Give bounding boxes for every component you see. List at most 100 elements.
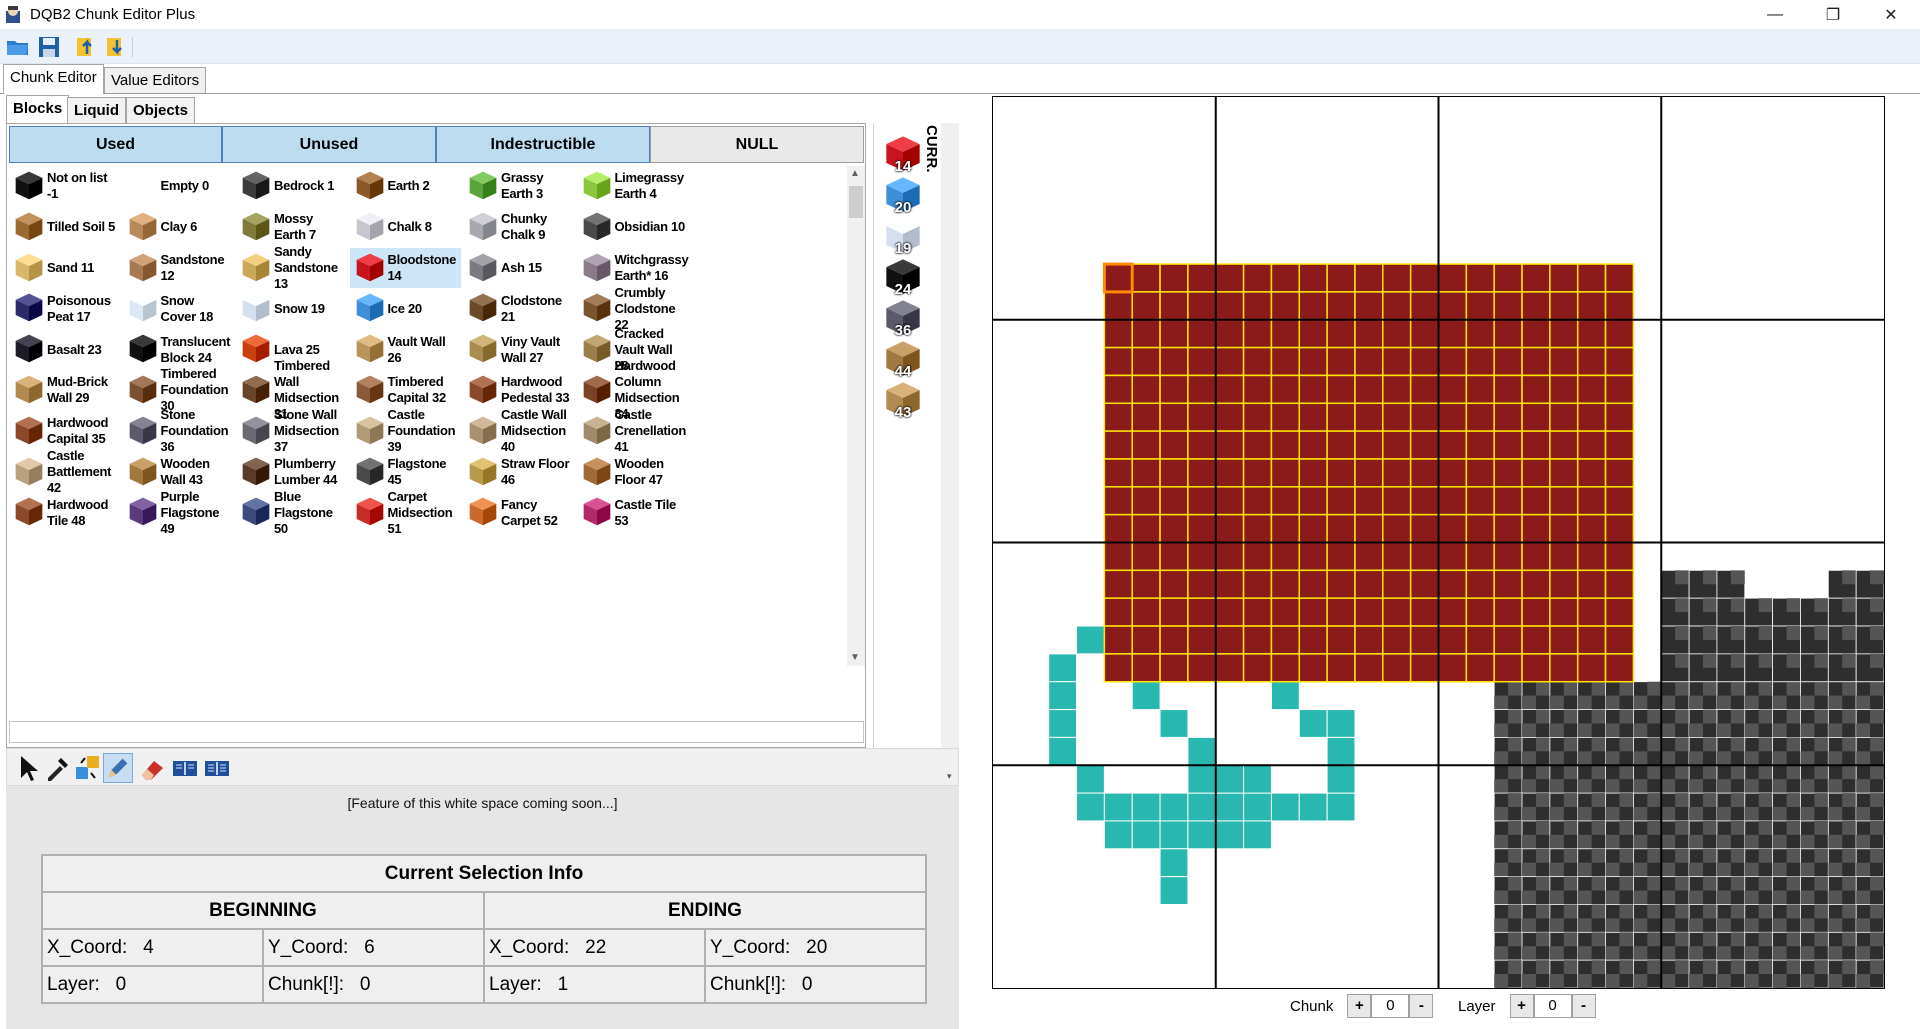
scroll-up-icon[interactable]: ▲ <box>850 168 860 179</box>
chunk-value-input[interactable]: 0 <box>1371 994 1410 1018</box>
filter-null-button[interactable]: NULL <box>650 126 864 163</box>
block-item[interactable]: Blue Flagstone 50 <box>236 489 348 536</box>
block-cube-icon <box>240 455 272 487</box>
block-item[interactable]: Grassy Earth 3 <box>463 166 575 207</box>
import-icon[interactable] <box>73 34 99 60</box>
block-item[interactable]: Crumbly Clodstone 22 <box>577 285 689 332</box>
minimize-button[interactable]: — <box>1746 0 1804 29</box>
block-item[interactable]: Wooden Wall 43 <box>123 452 235 493</box>
chunk-minus-button[interactable]: - <box>1409 994 1434 1018</box>
block-item[interactable]: Bedrock 1 <box>236 166 348 207</box>
book-open-icon[interactable] <box>202 753 232 783</box>
block-item[interactable]: Wooden Floor 47 <box>577 452 689 493</box>
filter-used-button[interactable]: Used <box>9 126 222 163</box>
block-item[interactable]: Timbered Foundation 30 <box>123 366 235 413</box>
block-item[interactable]: Clay 6 <box>123 207 235 248</box>
block-list-scrollbar[interactable]: ▲ ▼ <box>847 166 865 666</box>
block-item[interactable]: Castle Battlement 42 <box>9 448 121 495</box>
layer-value-input[interactable]: 0 <box>1533 994 1572 1018</box>
subtab-objects[interactable]: Objects <box>126 97 196 123</box>
block-item[interactable]: Clodstone 21 <box>463 288 575 329</box>
eyedropper-icon[interactable] <box>43 753 73 783</box>
scroll-down-icon[interactable]: ▼ <box>850 652 860 663</box>
block-item[interactable]: Witchgrassy Earth* 16 <box>577 248 689 289</box>
block-item[interactable]: Straw Floor 46 <box>463 452 575 493</box>
block-item[interactable]: Obsidian 10 <box>577 207 689 248</box>
current-blocks-scrollbar[interactable] <box>941 123 959 748</box>
block-item[interactable]: Hardwood Tile 48 <box>9 492 121 533</box>
layer-plus-button[interactable]: + <box>1509 994 1534 1018</box>
block-item[interactable]: Earth 2 <box>350 166 462 207</box>
block-item[interactable]: Castle Wall Midsection 40 <box>463 407 575 454</box>
block-item[interactable]: Poisonous Peat 17 <box>9 288 121 329</box>
swap-icon[interactable] <box>73 753 103 783</box>
block-item[interactable]: Not on list -1 <box>9 166 121 207</box>
block-item[interactable]: Translucent Block 24 <box>123 329 235 370</box>
block-item[interactable]: Castle Crenellation 41 <box>577 407 689 454</box>
close-button[interactable]: ✕ <box>1862 0 1920 29</box>
block-item[interactable]: Bloodstone 14 <box>349 247 461 289</box>
block-item[interactable]: Sand 11 <box>9 248 121 289</box>
subtab-blocks[interactable]: Blocks <box>6 95 70 123</box>
block-item[interactable]: Basalt 23 <box>9 329 121 370</box>
save-icon[interactable] <box>36 34 62 60</box>
filter-unused-button[interactable]: Unused <box>222 126 436 163</box>
block-item[interactable]: Tilled Soil 5 <box>9 207 121 248</box>
block-search-input[interactable] <box>9 721 864 743</box>
block-item[interactable]: Mossy Earth 7 <box>236 207 348 248</box>
chunk-map-canvas[interactable] <box>992 96 1885 989</box>
block-item[interactable]: Castle Tile 53 <box>577 492 689 533</box>
block-item[interactable]: Hardwood Column Midsection 34 <box>577 358 689 421</box>
current-block-item[interactable]: 36 <box>883 297 923 339</box>
block-item[interactable]: Viny Vault Wall 27 <box>463 329 575 370</box>
book-icon[interactable] <box>170 753 200 783</box>
block-item[interactable]: Castle Foundation 39 <box>350 407 462 454</box>
current-block-item[interactable]: 14 <box>883 133 923 175</box>
pencil-icon[interactable] <box>103 753 133 783</box>
block-item[interactable]: Timbered Wall Midsection 31 <box>236 358 348 421</box>
block-item[interactable]: Timbered Capital 32 <box>350 370 462 411</box>
current-block-item[interactable]: 43 <box>883 379 923 421</box>
block-item[interactable]: Sandstone 12 <box>123 248 235 289</box>
block-item[interactable]: Fancy Carpet 52 <box>463 492 575 533</box>
block-item[interactable]: Snow Cover 18 <box>123 288 235 329</box>
block-item[interactable]: Stone Wall Midsection 37 <box>236 407 348 454</box>
block-item[interactable]: Hardwood Pedestal 33 <box>463 370 575 411</box>
tools-overflow-icon[interactable]: ▾ <box>947 771 952 782</box>
block-item[interactable]: Purple Flagstone 49 <box>123 489 235 536</box>
scroll-thumb[interactable] <box>849 186 863 218</box>
block-item[interactable]: Flagstone 45 <box>350 452 462 493</box>
tab-value-editors[interactable]: Value Editors <box>104 67 207 93</box>
block-item[interactable]: Mud-Brick Wall 29 <box>9 370 121 411</box>
layer-minus-button[interactable]: - <box>1571 994 1596 1018</box>
block-item[interactable]: Vault Wall 26 <box>350 329 462 370</box>
export-icon[interactable] <box>103 34 129 60</box>
flagstone-cell <box>1730 848 1745 863</box>
block-item[interactable]: Stone Foundation 36 <box>123 407 235 454</box>
block-item[interactable]: Carpet Midsection 51 <box>350 489 462 536</box>
chunk-plus-button[interactable]: + <box>1347 994 1372 1018</box>
flagstone-cell <box>1772 807 1787 821</box>
current-block-item[interactable]: 20 <box>883 174 923 216</box>
open-folder-icon[interactable] <box>5 34 31 60</box>
block-item[interactable]: Sandy Sandstone 13 <box>236 244 348 291</box>
block-item[interactable]: Chalk 8 <box>350 207 462 248</box>
block-item[interactable]: Hardwood Capital 35 <box>9 411 121 452</box>
subtab-liquid[interactable]: Liquid <box>67 97 126 123</box>
block-item[interactable]: Ash 15 <box>463 248 575 289</box>
block-item[interactable]: Ice 20 <box>350 288 462 329</box>
tab-chunk-editor[interactable]: Chunk Editor <box>3 64 104 94</box>
current-block-item[interactable]: 24 <box>883 256 923 298</box>
pointer-icon[interactable] <box>13 753 43 783</box>
block-item[interactable]: Limegrassy Earth 4 <box>577 166 689 207</box>
current-block-item[interactable]: 19 <box>883 215 923 257</box>
eraser-icon[interactable] <box>138 753 168 783</box>
block-item[interactable]: Plumberry Lumber 44 <box>236 452 348 493</box>
block-item[interactable]: Empty 0 <box>123 166 235 207</box>
block-item[interactable]: Snow 19 <box>236 288 348 329</box>
filter-indestructible-button[interactable]: Indestructible <box>436 126 650 163</box>
block-item[interactable]: Chunky Chalk 9 <box>463 207 575 248</box>
flagstone-cell <box>1522 834 1536 849</box>
maximize-button[interactable]: ❐ <box>1804 0 1862 29</box>
current-block-item[interactable]: 44 <box>883 338 923 380</box>
